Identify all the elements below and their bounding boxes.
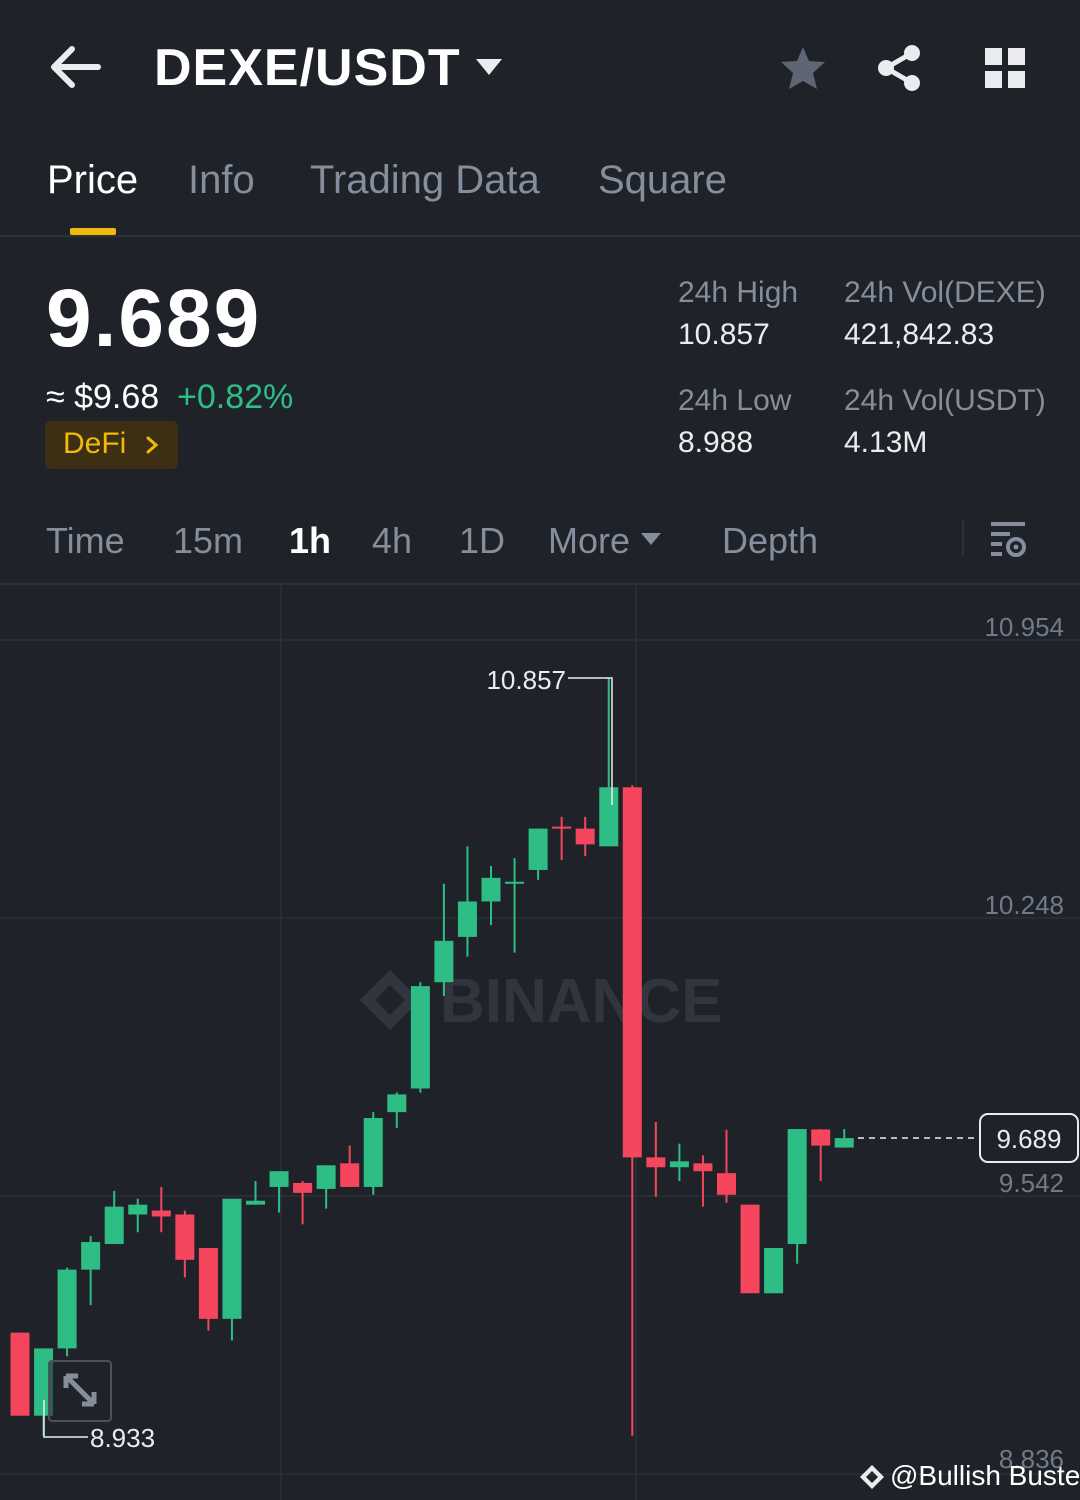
last-price: 9.689 (46, 273, 262, 364)
chart-markers: 10.857 8.933 9.689 (43, 665, 1079, 1453)
candle-up (246, 1200, 265, 1205)
stat-24h-low-label: 24h Low (678, 384, 792, 417)
interval-depth[interactable]: Depth (722, 520, 818, 562)
y-tick-label: 10.248 (984, 890, 1064, 920)
chevron-right-icon (146, 436, 159, 454)
high-marker-label: 10.857 (486, 665, 566, 695)
candle-down (693, 1163, 713, 1172)
back-arrow-icon[interactable] (48, 44, 102, 90)
binance-logo-icon (860, 1465, 884, 1489)
pair-title[interactable]: DEXE/USDT (154, 38, 461, 98)
y-tick-label: 9.542 (999, 1168, 1064, 1198)
tab-square[interactable]: Square (598, 158, 727, 203)
stat-24h-low-value: 8.988 (678, 426, 754, 459)
candle-up (528, 828, 548, 870)
stat-24h-vol-base-value: 421,842.83 (844, 318, 995, 351)
tab-price[interactable]: Price (47, 158, 138, 203)
stat-24h-vol-quote-label: 24h Vol(USDT) (844, 384, 1046, 417)
candle-up (764, 1247, 784, 1294)
fiat-price: ≈ $9.68 (46, 378, 160, 416)
interval-1h[interactable]: 1h (289, 520, 331, 562)
candle-down (10, 1332, 30, 1416)
candles (10, 678, 854, 1436)
candle-down (293, 1183, 313, 1193)
current-price-label: 9.689 (996, 1124, 1061, 1154)
stat-24h-high-value: 10.857 (678, 318, 770, 351)
candle-up (457, 901, 477, 937)
candle-up (222, 1198, 242, 1319)
candle-down (646, 1157, 666, 1168)
candle-up (104, 1206, 124, 1245)
candle-down (175, 1214, 195, 1260)
candle-up (834, 1138, 854, 1148)
candle-up (669, 1161, 689, 1168)
candle-up (410, 986, 430, 1089)
watermark-text: BINANCE (440, 967, 722, 1036)
candle-down (198, 1247, 218, 1319)
tab-info[interactable]: Info (188, 158, 255, 203)
y-tick-label: 10.954 (984, 612, 1064, 642)
category-tag-label: DeFi (63, 427, 127, 460)
candle-up (599, 787, 619, 847)
y-axis-labels: 10.954 10.248 9.542 8.836 (984, 612, 1064, 1474)
candle-up (81, 1242, 101, 1270)
candle-up (269, 1171, 289, 1187)
category-tag-button[interactable]: DeFi (45, 421, 178, 469)
stat-24h-vol-quote-value: 4.13M (844, 426, 928, 459)
candle-down (717, 1173, 736, 1195)
candle-up (363, 1118, 383, 1187)
stat-24h-vol-base-label: 24h Vol(DEXE) (844, 276, 1046, 309)
interval-15m[interactable]: 15m (173, 520, 243, 562)
candle-down (151, 1210, 171, 1217)
chart-settings-icon[interactable] (988, 518, 1028, 558)
candle-up (57, 1269, 77, 1349)
candlestick-chart[interactable]: BINANCE 10.954 10.248 9.542 8.836 10.857… (0, 585, 1080, 1500)
candle-down (740, 1204, 760, 1294)
price-change-percent: +0.82% (177, 378, 294, 416)
low-marker-label: 8.933 (90, 1423, 155, 1453)
tab-trading-data[interactable]: Trading Data (310, 158, 540, 203)
chart-grid (0, 585, 1080, 1500)
fullscreen-button[interactable] (48, 1360, 112, 1422)
candle-up (481, 877, 501, 902)
credit-watermark: @Bullish Buster (890, 1460, 1080, 1491)
candle-up (505, 881, 525, 884)
interval-4h[interactable]: 4h (372, 520, 412, 562)
candle-up (387, 1094, 407, 1113)
grid-icon[interactable] (983, 46, 1027, 90)
active-tab-indicator (70, 228, 116, 235)
candle-up (316, 1165, 336, 1189)
interval-more[interactable]: More (548, 520, 630, 562)
candle-down (575, 828, 595, 845)
share-icon[interactable] (876, 44, 922, 92)
expand-icon (63, 1373, 97, 1407)
star-icon[interactable] (778, 44, 828, 92)
stat-24h-high-label: 24h High (678, 276, 799, 309)
divider (962, 520, 964, 556)
divider (0, 235, 1080, 237)
candle-up (434, 940, 454, 983)
caret-down-icon[interactable] (640, 532, 662, 546)
candle-up (128, 1204, 148, 1215)
candle-down (552, 826, 572, 829)
interval-time[interactable]: Time (46, 520, 125, 562)
candle-down (622, 787, 642, 1158)
candle-down (811, 1129, 831, 1146)
caret-down-icon[interactable] (474, 56, 504, 78)
candle-up (787, 1129, 807, 1245)
candle-down (340, 1163, 360, 1187)
interval-1d[interactable]: 1D (459, 520, 505, 562)
